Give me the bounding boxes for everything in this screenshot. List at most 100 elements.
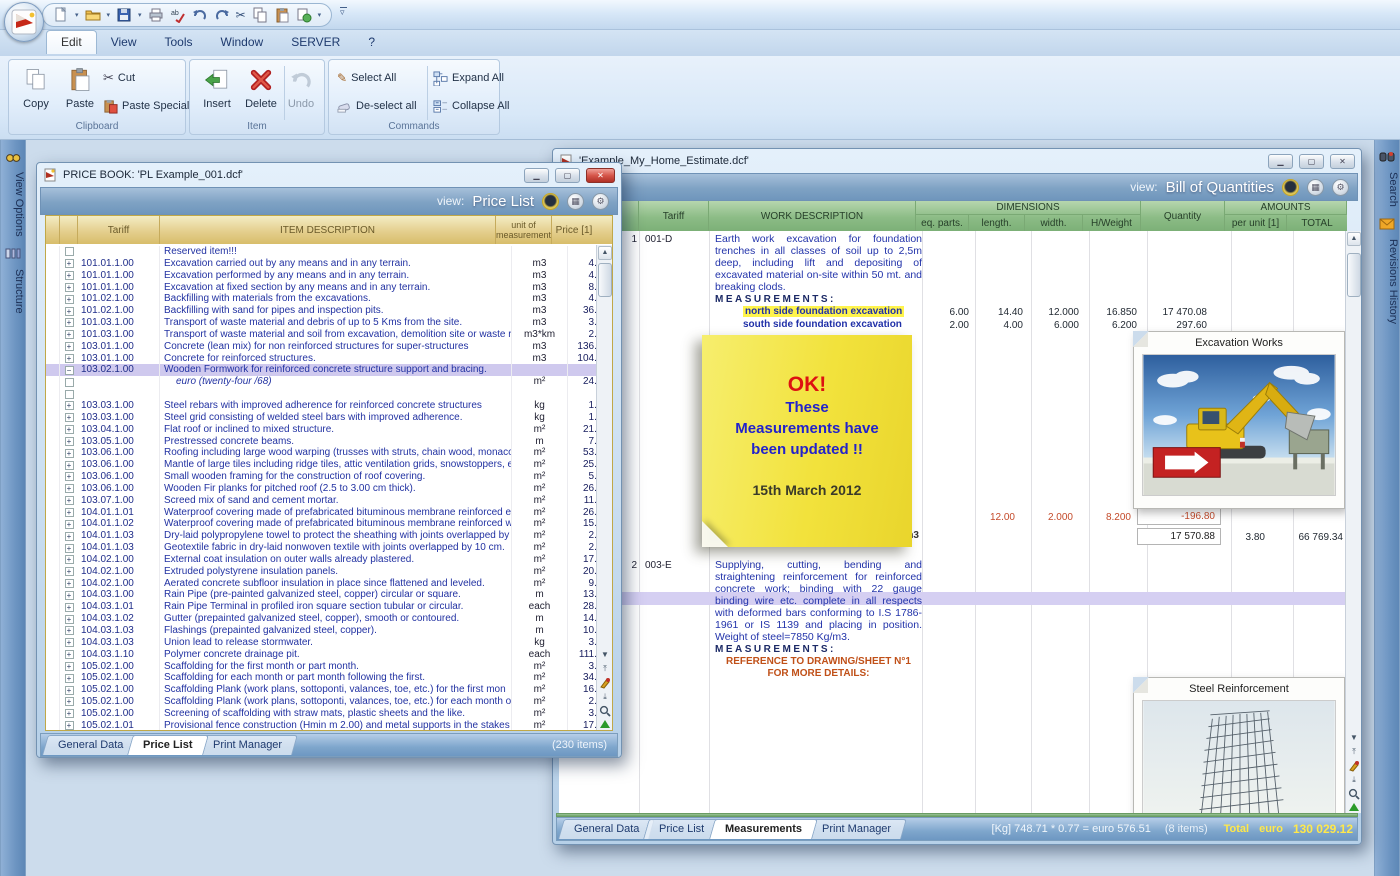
expand-icon[interactable]: +	[60, 424, 78, 436]
tab-edit[interactable]: Edit	[46, 30, 97, 54]
price-list-row[interactable]: + 105.02.1.00 Scaffolding Plank (work pl…	[46, 684, 612, 696]
redo-icon[interactable]	[214, 6, 230, 24]
expand-icon[interactable]: +	[60, 329, 78, 341]
expand-icon[interactable]: +	[60, 601, 78, 613]
price-list-row[interactable]: + 103.01.1.00 Concrete for reinforced st…	[46, 353, 612, 365]
price-list-row[interactable]: + 101.01.1.00 Excavation performed by an…	[46, 270, 612, 282]
col-work-description[interactable]: WORK DESCRIPTION	[709, 201, 916, 231]
price-list-row[interactable]: + 104.03.1.01 Rain Pipe Terminal in prof…	[46, 601, 612, 613]
price-list-row[interactable]: + 103.06.1.00 Wooden Fir planks for pitc…	[46, 483, 612, 495]
open-dropdown-icon[interactable]: ▾	[107, 11, 111, 19]
expand-icon[interactable]: +	[60, 578, 78, 590]
work-description[interactable]: Supplying, cutting, bending andstraighte…	[715, 559, 922, 643]
est-tab-measurements[interactable]: Measurements	[709, 819, 818, 839]
expand-icon[interactable]: +	[60, 495, 78, 507]
col-eq-parts[interactable]: eq. parts.	[916, 215, 969, 231]
copy-button[interactable]: Copy	[13, 64, 59, 120]
paste-icon[interactable]	[274, 6, 290, 24]
copy-icon[interactable]	[252, 6, 268, 24]
price-list-row[interactable]: + 103.06.1.00 Roofing including large wo…	[46, 447, 612, 459]
expand-icon[interactable]: +	[60, 542, 78, 554]
view-tools-button[interactable]: ⚙	[592, 193, 609, 210]
scroll-up-icon[interactable]: ▲	[598, 246, 612, 260]
price-list-body[interactable]: Reserved item!!! + 101.01.1.00 Excavatio…	[46, 244, 612, 730]
col-item-description[interactable]: ITEM DESCRIPTION	[160, 216, 496, 244]
price-list-row[interactable]: + 104.01.1.02 Waterproof covering made o…	[46, 518, 612, 530]
col-quantity[interactable]: Quantity	[1141, 201, 1225, 231]
price-list-row[interactable]: + 103.03.1.00 Steel rebars with improved…	[46, 400, 612, 412]
tab-help[interactable]: ?	[354, 31, 389, 54]
expand-icon[interactable]: +	[60, 305, 78, 317]
prev-item-icon[interactable]: ⤒	[598, 663, 612, 676]
scrollbar-thumb[interactable]	[1347, 253, 1361, 297]
expand-icon[interactable]: +	[60, 270, 78, 282]
expand-icon[interactable]: −	[60, 364, 78, 376]
price-list-row[interactable]: + 104.01.1.03 Geotextile fabric in dry-l…	[46, 542, 612, 554]
price-list-row[interactable]: + 103.06.1.00 Mantle of large tiles incl…	[46, 459, 612, 471]
application-logo[interactable]	[4, 2, 44, 42]
estimate-close-button[interactable]: ✕	[1330, 154, 1355, 169]
pb-tab-general-data[interactable]: General Data	[42, 735, 139, 755]
price-list-row[interactable]: + 101.01.1.00 Excavation at fixed sectio…	[46, 282, 612, 294]
expand-icon[interactable]: +	[60, 353, 78, 365]
expand-icon[interactable]	[60, 388, 78, 400]
col-width[interactable]: width.	[1025, 215, 1083, 231]
col-length[interactable]: length.	[969, 215, 1025, 231]
scrollbar-thumb[interactable]	[598, 263, 612, 297]
undo-button[interactable]: Undo	[278, 64, 324, 120]
price-list-row[interactable]: + 105.02.1.00 Scaffolding Plank (work pl…	[46, 696, 612, 708]
cut-button[interactable]: ✂ Cut	[103, 68, 135, 88]
expand-icon[interactable]: +	[60, 684, 78, 696]
price-list-row[interactable]: + 104.03.1.10 Polymer concrete drainage …	[46, 649, 612, 661]
price-list-row[interactable]: + 104.03.1.03 Union lead to release stor…	[46, 637, 612, 649]
expand-icon[interactable]: +	[60, 459, 78, 471]
price-list-row[interactable]: + 101.01.1.00 Excavation carried out by …	[46, 258, 612, 270]
excavation-annotation-card[interactable]: Excavation Works	[1133, 331, 1345, 509]
price-book-minimize-button[interactable]: ▁	[524, 168, 549, 183]
estimate-titlebar[interactable]: 'Example_My_Home_Estimate.dcf' ▁ ▢ ✕	[553, 149, 1361, 173]
price-list-row[interactable]: + 105.02.1.00 Scaffolding for the first …	[46, 661, 612, 673]
price-book-maximize-button[interactable]: ▢	[555, 168, 580, 183]
work-description[interactable]: Earth work excavation for foundationtren…	[715, 233, 922, 293]
new-document-icon[interactable]	[53, 6, 69, 24]
view-tools-button[interactable]: ⚙	[1332, 179, 1349, 196]
expand-icon[interactable]	[60, 376, 78, 388]
estimate-table-body[interactable]: 1 001-D Earth work excavation for founda…	[559, 231, 1361, 813]
expand-icon[interactable]: +	[60, 554, 78, 566]
zoom-icon[interactable]	[1347, 788, 1361, 801]
goto-item-icon[interactable]	[1347, 760, 1361, 773]
expand-icon[interactable]: +	[60, 436, 78, 448]
price-list-row[interactable]: + 105.02.1.00 Screening of scaffolding w…	[46, 708, 612, 720]
send-dropdown-icon[interactable]: ▾	[318, 11, 322, 19]
tab-server[interactable]: SERVER	[277, 31, 354, 54]
col-price[interactable]: Price [1]	[552, 216, 596, 244]
send-icon[interactable]	[296, 6, 312, 24]
measure-label-south[interactable]: south side foundation excavation	[743, 319, 902, 330]
expand-icon[interactable]: +	[60, 471, 78, 483]
price-list-row[interactable]: + 104.02.1.00 External coat insulation o…	[46, 554, 612, 566]
estimate-scrollbar[interactable]: ▲ ▼ ⤒ ⤓	[1345, 231, 1361, 813]
zoom-icon[interactable]	[598, 705, 612, 718]
tab-tools[interactable]: Tools	[150, 31, 206, 54]
expand-icon[interactable]: +	[60, 661, 78, 673]
price-list-row[interactable]: + 101.02.1.00 Backfilling with sand for …	[46, 305, 612, 317]
price-list-row[interactable]: + 104.01.1.03 Dry-laid polypropylene tow…	[46, 530, 612, 542]
expand-icon[interactable]: +	[60, 708, 78, 720]
est-tab-print-manager[interactable]: Print Manager	[806, 819, 907, 839]
paste-special-button[interactable]: Paste Special...	[103, 96, 198, 116]
measure-label-north[interactable]: north side foundation excavation	[743, 306, 904, 317]
price-list-row[interactable]: + 104.01.1.01 Waterproof covering made o…	[46, 507, 612, 519]
expand-icon[interactable]: +	[60, 566, 78, 578]
expand-icon[interactable]	[60, 246, 78, 258]
col-dimensions[interactable]: DIMENSIONS	[916, 201, 1141, 215]
price-list-row[interactable]: Reserved item!!!	[46, 246, 612, 258]
prev-item-icon[interactable]: ⤒	[1347, 746, 1361, 759]
expand-all-button[interactable]: Expand All	[433, 68, 504, 88]
new-dropdown-icon[interactable]: ▾	[75, 11, 79, 19]
col-unit[interactable]: unit of measurement	[496, 216, 552, 244]
price-list-row[interactable]: + 104.03.1.00 Rain Pipe (pre-painted gal…	[46, 589, 612, 601]
price-list-row[interactable]: + 104.02.1.00 Extruded polystyrene insul…	[46, 566, 612, 578]
expand-icon[interactable]: +	[60, 637, 78, 649]
scroll-down-icon[interactable]: ▼	[1347, 732, 1361, 745]
scroll-down-icon[interactable]: ▼	[598, 649, 612, 662]
